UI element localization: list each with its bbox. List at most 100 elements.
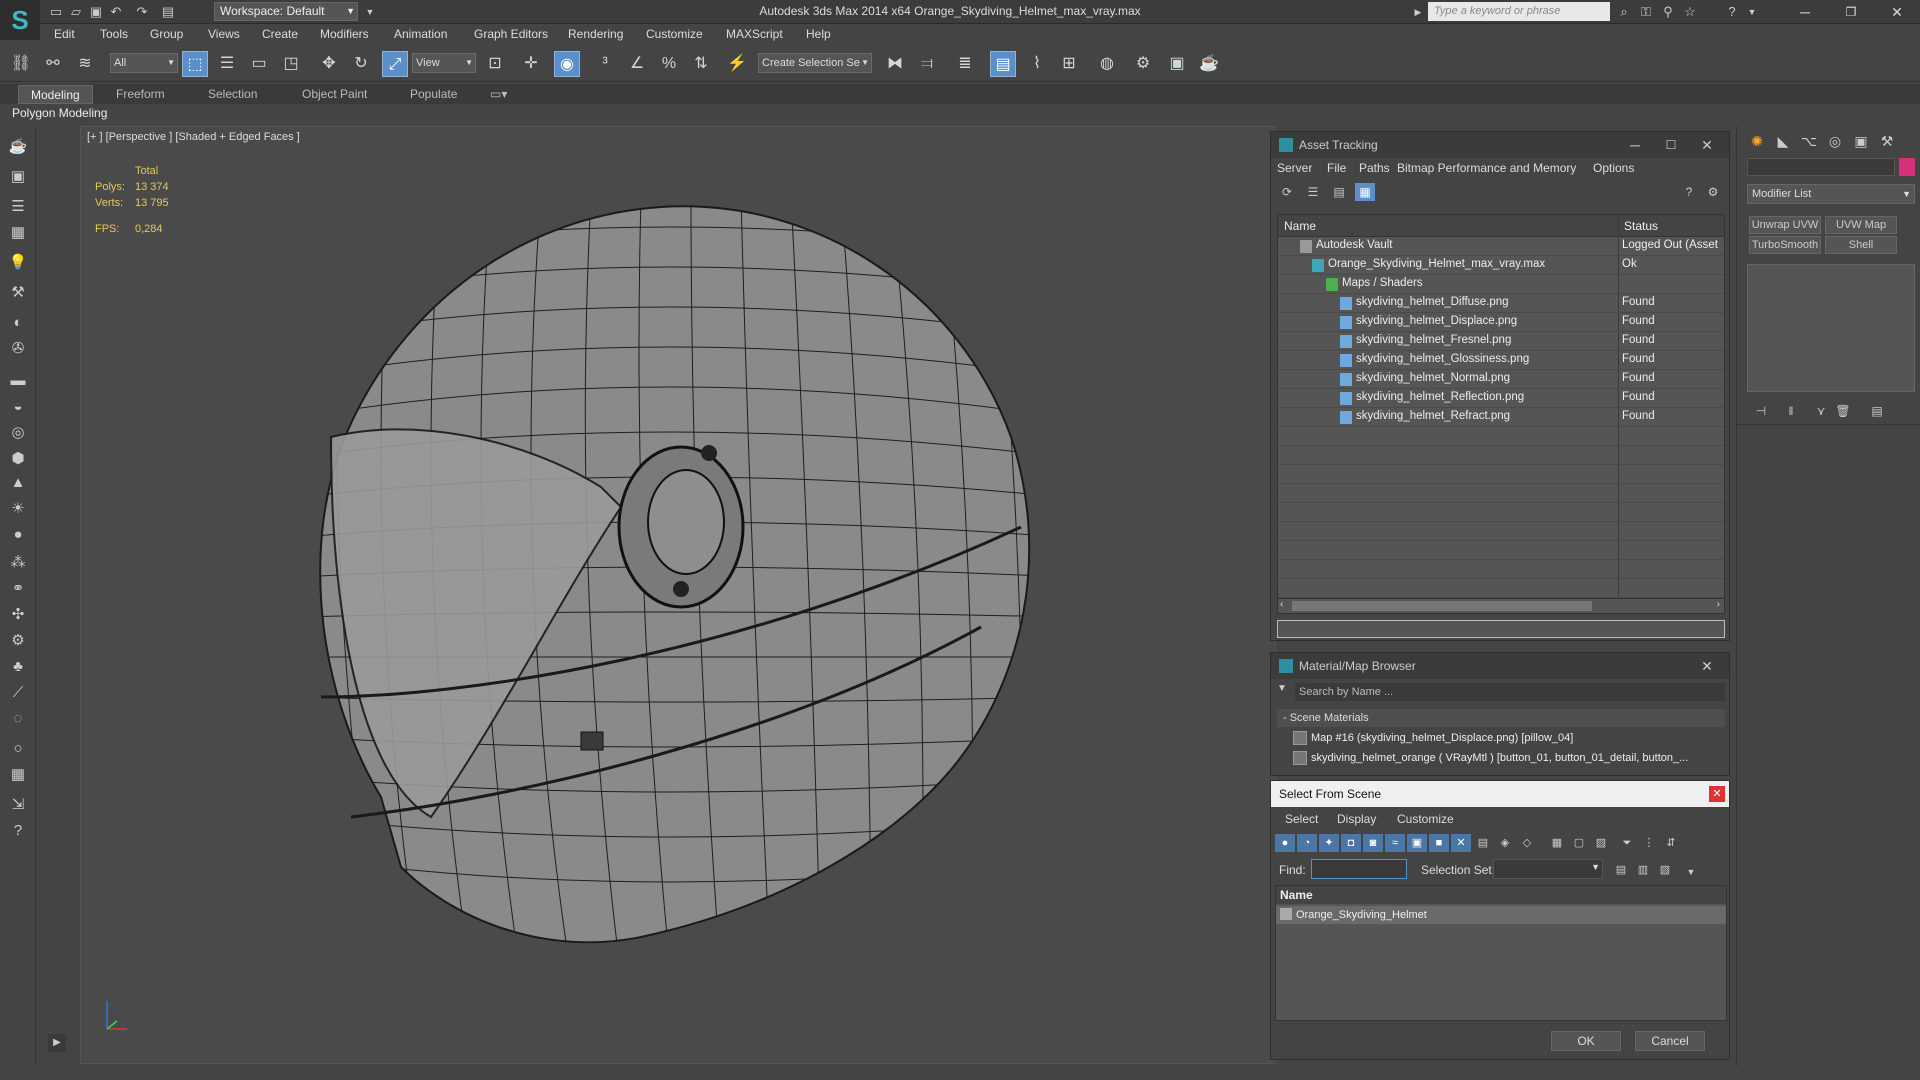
shell-icon[interactable]: ◌ [6, 708, 30, 730]
viewport-label[interactable]: [+ ] [Perspective ] [Shaded + Edged Face… [87, 131, 300, 143]
modifier-list-dropdown[interactable]: Modifier List ▼ [1747, 184, 1915, 204]
rendered-frame-window-icon[interactable]: ▣ [1164, 51, 1190, 77]
new-file-icon[interactable]: ▭ [46, 3, 66, 21]
curve-editor-icon[interactable]: ⌇ [1024, 51, 1050, 77]
gear-icon[interactable]: ⚙ [6, 630, 30, 652]
refresh-icon[interactable]: ⟳ [1277, 183, 1297, 201]
turbosmooth-button[interactable]: TurboSmooth [1749, 236, 1821, 254]
menu-maxscript[interactable]: MAXScript [726, 27, 783, 41]
table-row[interactable]: skydiving_helmet_Glossiness.png Found [1278, 351, 1724, 370]
table-row[interactable]: skydiving_helmet_Normal.png Found [1278, 370, 1724, 389]
filter-icon[interactable]: ⏷ [1617, 834, 1637, 852]
project-folder-icon[interactable]: ▤ [158, 3, 178, 21]
scroll-left-icon[interactable]: ‹ [1280, 599, 1283, 610]
tab-selection[interactable]: Selection [196, 85, 269, 104]
rect-selection-icon[interactable]: ▭ [246, 51, 272, 77]
cancel-button[interactable]: Cancel [1635, 1031, 1705, 1051]
sort-icon[interactable]: ⇵ [1661, 834, 1681, 852]
display-lights-icon[interactable]: ✦ [1319, 834, 1339, 852]
modifier-stack[interactable] [1747, 264, 1915, 392]
menu-edit[interactable]: Edit [54, 27, 75, 41]
display-frozen-icon[interactable]: ◈ [1495, 834, 1515, 852]
restore-icon[interactable]: ❐ [1828, 0, 1874, 24]
create-tab-icon[interactable]: ✺ [1745, 130, 1769, 152]
snaps-toggle-icon[interactable]: ³ [592, 51, 618, 77]
table-row[interactable]: skydiving_helmet_Diffuse.png Found [1278, 294, 1724, 313]
asset-menu-paths[interactable]: Paths [1359, 161, 1390, 175]
molecule-icon[interactable]: ⚭ [6, 578, 30, 600]
tab-freeform[interactable]: Freeform [104, 85, 177, 104]
detail-view-icon[interactable]: ▤ [1329, 183, 1349, 201]
layer-explorer-icon[interactable]: ≣ [952, 51, 978, 77]
asset-close-icon[interactable]: ✕ [1689, 132, 1725, 158]
help-dropdown-icon[interactable]: ▼ [1742, 2, 1762, 22]
menu-rendering[interactable]: Rendering [568, 27, 623, 41]
percent-snap-icon[interactable]: % [656, 51, 682, 77]
display-hidden-icon[interactable]: ◇ [1517, 834, 1537, 852]
redo-icon[interactable]: ↷ [132, 3, 152, 21]
browser-options-icon[interactable]: ▼ [1277, 683, 1287, 694]
pin-stack-icon[interactable]: ⊣ [1751, 402, 1771, 420]
named-selection-dropdown[interactable]: Create Selection Se ▼ [758, 53, 872, 73]
table-row[interactable]: Autodesk Vault Logged Out (Asset [1278, 237, 1724, 256]
table-row[interactable]: skydiving_helmet_Displace.png Found [1278, 313, 1724, 332]
hierarchy-tab-icon[interactable]: ⌥ [1797, 130, 1821, 152]
render-production-icon[interactable]: ☕ [1196, 51, 1222, 77]
display-containers-icon[interactable]: ▤ [1473, 834, 1493, 852]
shell-button[interactable]: Shell [1825, 236, 1897, 254]
unlink-icon[interactable]: ⚯ [40, 51, 66, 77]
helmet-model[interactable] [261, 177, 1081, 997]
scale-icon[interactable]: ⤢ [382, 51, 408, 77]
keyboard-shortcut-toggle-icon[interactable]: ◉ [554, 51, 580, 77]
menu-modifiers[interactable]: Modifiers [320, 27, 369, 41]
configure-modifier-sets-icon[interactable]: ▤ [1867, 402, 1887, 420]
table-row[interactable]: skydiving_helmet_Refract.png Found [1278, 408, 1724, 427]
ss-menu-select[interactable]: Select [1285, 812, 1318, 826]
schematic-view-icon[interactable]: ⊞ [1056, 51, 1082, 77]
help-circle-icon[interactable]: ? [6, 820, 30, 842]
display-bones-icon[interactable]: ✕ [1451, 834, 1471, 852]
ribbon-options-icon[interactable]: ▭▾ [478, 85, 519, 104]
teapot-icon[interactable]: ☕ [6, 136, 30, 158]
tool-icon[interactable]: ⚒ [6, 282, 30, 304]
scroll-right-icon[interactable]: › [1717, 599, 1720, 610]
render-setup-icon[interactable]: ⚙ [1130, 51, 1156, 77]
menu-create[interactable]: Create [262, 27, 298, 41]
material-item[interactable]: Map #16 (skydiving_helmet_Displace.png) … [1291, 729, 1725, 747]
infocenter-expand-icon[interactable]: ▶ [1408, 2, 1428, 22]
scene-materials-section[interactable]: - Scene Materials [1277, 709, 1725, 727]
box-icon[interactable]: ▬ [6, 370, 30, 392]
display-geometry-icon[interactable]: ● [1275, 834, 1295, 852]
play-expand-icon[interactable]: ▶ [48, 1034, 66, 1052]
help-icon[interactable]: ? [1722, 2, 1742, 22]
favorites-star-icon[interactable]: ☆ [1680, 2, 1700, 22]
link-icon[interactable]: ⛓ [8, 51, 34, 77]
tab-modeling[interactable]: Modeling [18, 85, 93, 104]
asset-minimize-icon[interactable]: ─ [1617, 132, 1653, 158]
create-set-icon[interactable]: ▤ [1611, 861, 1631, 879]
close-icon[interactable]: ✕ [1874, 0, 1920, 24]
list-view-icon[interactable]: ☰ [1303, 183, 1323, 201]
bulb-icon[interactable]: 💡 [6, 252, 30, 274]
display-shapes-icon[interactable]: ◔ [1297, 834, 1317, 852]
menu-help[interactable]: Help [806, 27, 831, 41]
uvw-map-button[interactable]: UVW Map [1825, 216, 1897, 234]
sun-light-icon[interactable]: ☀ [6, 498, 30, 520]
grass-icon[interactable]: ⁂ [6, 552, 30, 574]
table-row[interactable]: Maps / Shaders [1278, 275, 1724, 294]
hierarchy-icon[interactable]: ⋮ [1639, 834, 1659, 852]
cone-icon[interactable]: ▲ [6, 472, 30, 494]
remove-from-set-icon[interactable]: ▧ [1655, 861, 1675, 879]
display-cameras-icon[interactable]: ◘ [1341, 834, 1361, 852]
calculator-icon[interactable]: ▦ [6, 764, 30, 786]
material-search-input[interactable]: Search by Name ... [1295, 683, 1725, 701]
render-icon[interactable]: ✇ [6, 338, 30, 360]
material-item[interactable]: skydiving_helmet_orange ( VRayMtl ) [but… [1291, 749, 1725, 767]
motion-tab-icon[interactable]: ◎ [1823, 130, 1847, 152]
display-helpers-icon[interactable]: ◙ [1363, 834, 1383, 852]
keyword-search-input[interactable]: Type a keyword or phrase [1428, 2, 1610, 21]
perspective-viewport[interactable]: [+ ] [Perspective ] [Shaded + Edged Face… [80, 126, 1276, 1064]
help-query-icon[interactable]: ? [1679, 183, 1699, 201]
select-by-name-icon[interactable]: ☰ [214, 51, 240, 77]
ss-menu-customize[interactable]: Customize [1397, 812, 1454, 826]
